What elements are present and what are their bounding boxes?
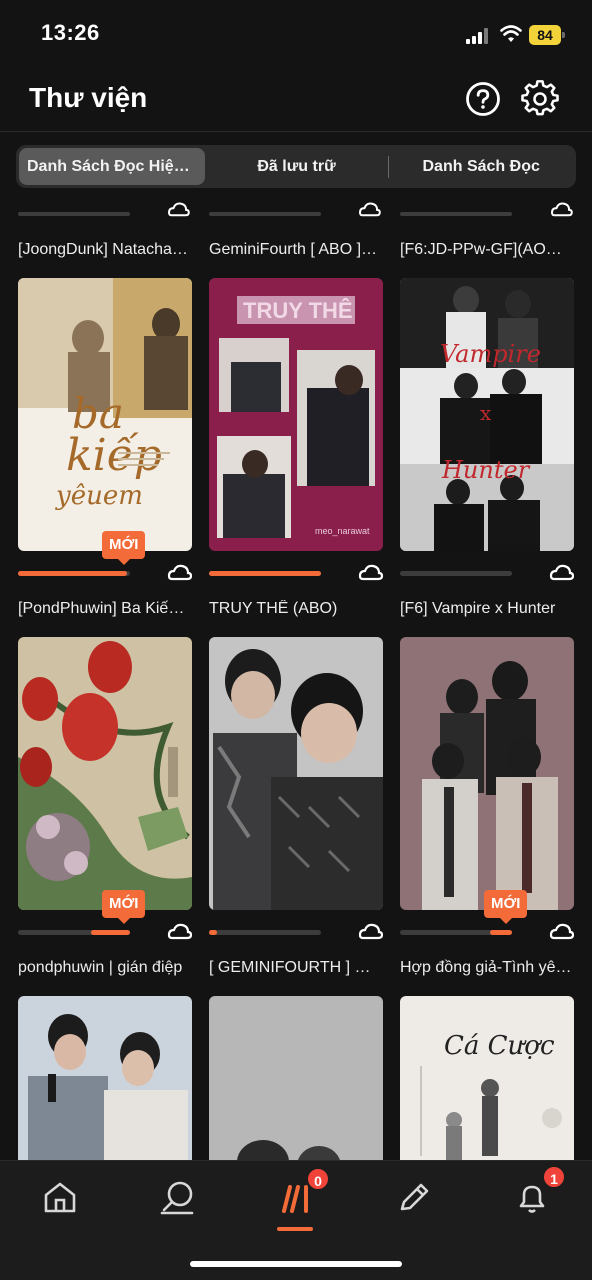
book-title[interactable]: GeminiFourth [ ABO ]…: [209, 241, 381, 259]
cover-title-art: Vampire: [440, 340, 541, 368]
tab-archived[interactable]: Đã lưu trữ: [205, 148, 389, 185]
gear-icon[interactable]: [521, 80, 559, 118]
library-badge: 0: [306, 1167, 330, 1191]
wifi-icon: [500, 25, 522, 42]
header: Thư viện: [0, 70, 592, 132]
book-title[interactable]: [F6] Vampire x Hunter: [400, 600, 572, 618]
book-card[interactable]: MỚI: [18, 637, 192, 967]
cloud-icon[interactable]: [166, 200, 190, 218]
reading-progress-fill: [18, 571, 127, 576]
cloud-icon[interactable]: [357, 921, 383, 941]
cloud-icon[interactable]: [357, 562, 383, 582]
book-title[interactable]: [F6:JD-PPw-GF](AOB)…: [400, 241, 572, 259]
book-cover[interactable]: Cá Cược: [400, 996, 574, 1160]
pencil-icon[interactable]: [394, 1177, 434, 1217]
book-title[interactable]: [JoongDunk] Natacha…: [18, 241, 190, 259]
book-card[interactable]: ba kiếp yêuem MỚI: [18, 278, 192, 608]
reading-progress-fill: [489, 930, 512, 935]
cloud-icon[interactable]: [548, 562, 574, 582]
book-title[interactable]: pondphuwin | gián điệp: [18, 959, 190, 977]
tab-label: Danh Sách Đọc Hiện…: [27, 157, 199, 175]
progress-bar: [18, 212, 130, 216]
page-title: Thư viện: [29, 82, 148, 113]
library-grid[interactable]: [JoongDunk] Natacha… GeminiFourth [ ABO …: [0, 200, 592, 1160]
reading-progress: [209, 930, 321, 935]
library-tabs: Danh Sách Đọc Hiện… Đã lưu trữ Danh Sách…: [16, 145, 576, 188]
book-card[interactable]: [18, 996, 192, 1160]
tab-reading-list[interactable]: Danh Sách Đọc: [389, 148, 573, 185]
cloud-icon[interactable]: [548, 921, 574, 941]
reading-progress: [18, 930, 130, 935]
home-indicator: [190, 1261, 402, 1267]
new-badge: MỚI: [102, 890, 146, 924]
reading-progress-fill: [90, 930, 130, 935]
status-time: 13:26: [41, 20, 100, 45]
book-card[interactable]: MỚI: [400, 637, 574, 967]
signal-icon: [466, 28, 492, 44]
reading-progress: [18, 571, 130, 576]
new-badge: MỚI: [484, 890, 528, 924]
tab-label: Đã lưu trữ: [257, 157, 336, 175]
search-icon[interactable]: [158, 1177, 198, 1217]
svg-text:x: x: [480, 401, 492, 425]
book-cover[interactable]: TRUY THÊ meo_narawat: [209, 278, 383, 551]
bottom-nav: 0 1: [0, 1160, 592, 1280]
battery-icon: 84: [529, 25, 565, 45]
active-tab-indicator: [277, 1227, 313, 1231]
cloud-icon[interactable]: [166, 921, 192, 941]
tab-label: Danh Sách Đọc: [422, 157, 540, 175]
battery-level: 84: [529, 25, 561, 45]
reading-progress: [400, 571, 512, 576]
progress-bar: [400, 212, 512, 216]
status-bar: 13:26 84: [0, 0, 592, 70]
book-card[interactable]: TRUY THÊ meo_narawat: [209, 278, 383, 608]
reading-progress-fill: [209, 571, 321, 576]
book-title[interactable]: Hợp đồng giả-Tình yê…: [400, 959, 572, 977]
book-cover[interactable]: Vampire x Hunter: [400, 278, 574, 551]
book-title[interactable]: [ GEMINIFOURTH ] Phi…: [209, 959, 381, 977]
book-card[interactable]: [209, 637, 383, 967]
book-card[interactable]: Vampire x Hunter: [400, 278, 574, 608]
notification-badge: 1: [542, 1165, 566, 1189]
previous-row-remnant: [0, 200, 592, 224]
book-cover[interactable]: [18, 637, 192, 910]
home-icon[interactable]: [40, 1177, 80, 1217]
book-card[interactable]: Cá Cược: [400, 996, 574, 1160]
reading-progress: [400, 930, 512, 935]
cover-title-art: Cá Cược: [444, 1031, 555, 1061]
book-cover[interactable]: [400, 637, 574, 910]
cloud-icon[interactable]: [166, 562, 192, 582]
row-titles: pondphuwin | gián điệp [ GEMINIFOURTH ] …: [0, 959, 592, 983]
svg-text:yêuem: yêuem: [55, 481, 143, 511]
help-circle-icon[interactable]: [464, 80, 502, 118]
book-cover[interactable]: [209, 637, 383, 910]
cloud-icon[interactable]: [549, 200, 573, 218]
progress-bar: [209, 212, 321, 216]
book-cover[interactable]: [209, 996, 383, 1160]
book-cover[interactable]: [18, 996, 192, 1160]
book-cover[interactable]: ba kiếp yêuem: [18, 278, 192, 551]
reading-progress: [209, 571, 321, 576]
new-badge: MỚI: [102, 531, 146, 565]
tab-current-reading[interactable]: Danh Sách Đọc Hiện…: [19, 148, 205, 185]
cover-title-art: TRUY THÊ: [243, 298, 353, 323]
book-card[interactable]: [209, 996, 383, 1160]
row-titles: [PondPhuwin] Ba Kiế… TRUY THÊ (ABO) [F6]…: [0, 600, 592, 624]
reading-progress-fill: [209, 930, 217, 935]
svg-text:kiếp: kiếp: [66, 430, 162, 481]
cover-caption: meo_narawat: [315, 526, 370, 536]
book-title[interactable]: [PondPhuwin] Ba Kiế…: [18, 600, 190, 618]
cloud-icon[interactable]: [357, 200, 381, 218]
svg-text:Hunter: Hunter: [441, 456, 531, 484]
book-title[interactable]: TRUY THÊ (ABO): [209, 600, 381, 618]
previous-row-titles: [JoongDunk] Natacha… GeminiFourth [ ABO …: [0, 241, 592, 265]
